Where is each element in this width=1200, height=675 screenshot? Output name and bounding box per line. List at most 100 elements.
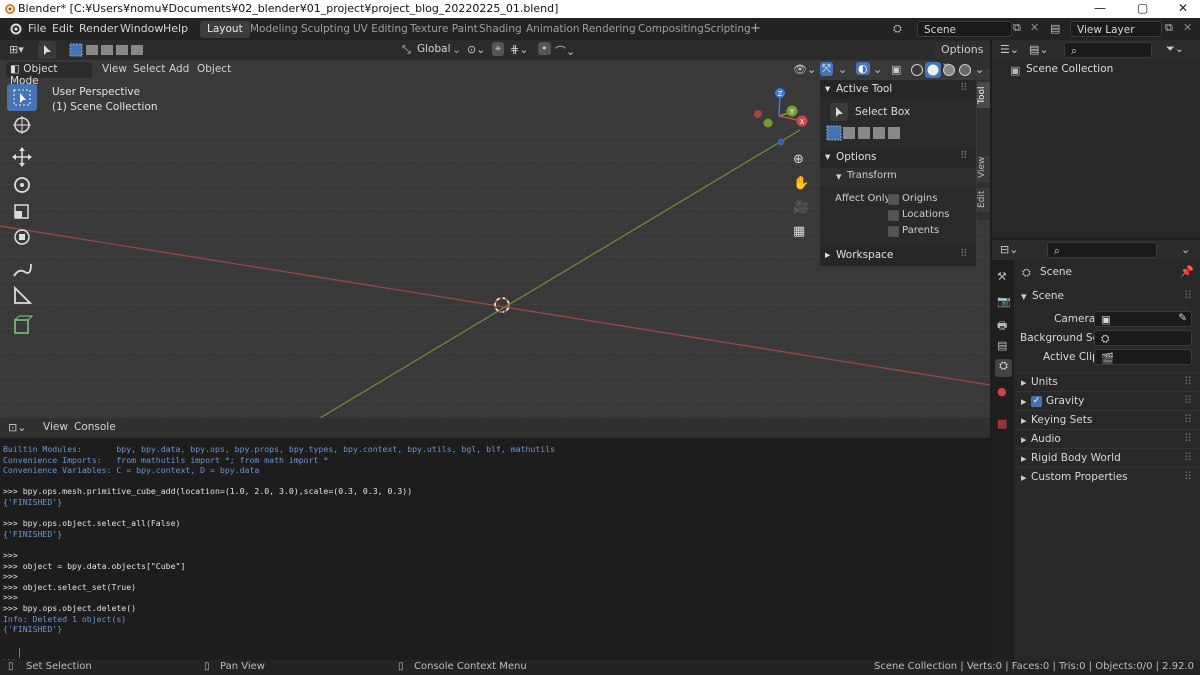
pivot-point-icon[interactable]: ⊙⌄ — [467, 43, 485, 56]
scene-icon[interactable]: ⛭ — [893, 22, 902, 36]
scale-tool[interactable] — [7, 198, 37, 225]
add-cube-tool[interactable] — [7, 312, 37, 339]
workspace-panel-header[interactable]: ▸ Workspace ⠿ — [820, 246, 976, 266]
console-editor-type-icon[interactable]: ⊡⌄ — [8, 421, 26, 434]
drag-handle-icon[interactable]: ⠿ — [1184, 394, 1192, 407]
menu-help[interactable]: Help — [163, 22, 188, 35]
drag-handle-icon[interactable]: ⠿ — [960, 82, 968, 94]
console-menu-console[interactable]: Console — [74, 421, 116, 433]
select-box-tool[interactable] — [7, 84, 37, 111]
snap-icon[interactable]: ⌖ — [492, 42, 505, 56]
cursor-tool[interactable] — [7, 112, 37, 139]
display-mode-icon[interactable]: ▤⌄ — [1029, 43, 1049, 56]
menu-object[interactable]: Object — [197, 63, 231, 75]
menu-view[interactable]: View — [102, 63, 127, 75]
scene-selector[interactable]: Scene — [917, 21, 1012, 37]
measure-tool[interactable] — [7, 282, 37, 309]
locations-checkbox[interactable] — [888, 210, 899, 221]
properties-search-input[interactable]: ⌕ — [1047, 242, 1157, 258]
maximize-button[interactable]: ▢ — [1137, 1, 1148, 15]
drag-handle-icon[interactable]: ⠿ — [1184, 413, 1192, 426]
annotate-tool[interactable] — [7, 256, 37, 283]
active-clip-field[interactable]: 🎬 — [1094, 349, 1192, 365]
view-layer-tab-icon[interactable]: ▤ — [997, 339, 1007, 352]
origins-checkbox[interactable] — [888, 194, 899, 205]
background-scene-field[interactable]: ⛭ — [1094, 330, 1192, 346]
menu-edit[interactable]: Edit — [52, 22, 73, 35]
menu-window[interactable]: Window — [120, 22, 163, 35]
view-layer-selector[interactable]: View Layer — [1070, 21, 1162, 37]
tool-tab-icon[interactable]: ⚒ — [997, 270, 1007, 283]
units-panel[interactable]: ▸ Units ⠿ — [1016, 372, 1200, 391]
transform-subpanel-header[interactable]: ▾ Transform — [820, 168, 976, 186]
overlay-toggle-icon[interactable]: ◐ — [856, 62, 870, 75]
selection-mode-icons[interactable] — [68, 42, 144, 58]
gravity-panel[interactable]: ▸ ✓ Gravity ⠿ — [1016, 391, 1200, 410]
outliner-search-input[interactable]: ⌕ — [1064, 42, 1152, 58]
visibility-icon[interactable]: 👁⌄ — [793, 63, 816, 76]
tab-scripting[interactable]: Scripting — [697, 21, 758, 38]
rigid-body-world-panel[interactable]: ▸ Rigid Body World ⠿ — [1016, 448, 1200, 467]
console-menu-view[interactable]: View — [43, 421, 68, 433]
blender-menu-icon[interactable] — [8, 22, 22, 36]
selection-mode-icons[interactable] — [826, 125, 902, 141]
drag-handle-icon[interactable]: ⠿ — [1184, 375, 1192, 388]
drag-handle-icon[interactable]: ⠿ — [1184, 432, 1192, 445]
world-tab-icon[interactable]: ● — [997, 385, 1007, 398]
shading-mode-icons[interactable] — [909, 62, 973, 78]
properties-editor-type-icon[interactable]: ⊟⌄ — [1000, 243, 1018, 256]
chevron-down-icon[interactable]: ⌄ — [1181, 243, 1190, 256]
tab-view[interactable]: View — [977, 156, 990, 182]
chevron-down-icon[interactable]: ⌄ — [873, 63, 882, 76]
outliner-editor-type-icon[interactable]: ☰⌄ — [1000, 43, 1019, 56]
perspective-toggle-icon[interactable]: ▦ — [793, 224, 805, 239]
drag-handle-icon[interactable]: ⠿ — [1184, 289, 1192, 302]
scene-section-title[interactable]: Scene — [1032, 290, 1064, 302]
drag-handle-icon[interactable]: ⠿ — [960, 150, 968, 162]
python-console[interactable]: ⊡⌄ View Console Builtin Modules: bpy, bp… — [0, 418, 990, 666]
chevron-down-icon[interactable]: ⌄ — [838, 63, 847, 76]
chevron-down-icon[interactable]: ⌄ — [975, 63, 984, 76]
navigation-gizmo[interactable]: Z Y X — [748, 86, 812, 148]
add-workspace-icon[interactable]: + — [750, 21, 761, 36]
viewport-3d[interactable]: ⊞▾ ⤡ Global ⌄ ⊙⌄ ⌖ ⋕⌄ • ⌒⌄ Options ⌄ ◧ O… — [0, 40, 990, 418]
move-tool[interactable] — [7, 144, 37, 171]
delete-view-layer-icon[interactable]: ✕ — [1183, 21, 1192, 34]
texture-tab-icon[interactable]: ▩ — [997, 417, 1007, 430]
filter-icon[interactable]: ⏷⌄ — [1166, 42, 1184, 56]
drag-handle-icon[interactable]: ⠿ — [960, 248, 968, 260]
keying-sets-panel[interactable]: ▸ Keying Sets ⠿ — [1016, 410, 1200, 429]
tab-tool[interactable]: Tool — [977, 82, 990, 108]
view-layer-icon[interactable]: ▤ — [1050, 22, 1060, 35]
minimize-button[interactable]: — — [1094, 1, 1106, 15]
output-tab-icon[interactable]: 🖶 — [997, 317, 1007, 336]
menu-render[interactable]: Render — [79, 22, 118, 35]
close-window-button[interactable]: ✕ — [1178, 1, 1188, 15]
options-panel-header[interactable]: ▾ Options ⠿ — [820, 148, 976, 168]
proportional-falloff-icon[interactable]: ⌒⌄ — [555, 43, 575, 59]
custom-properties-panel[interactable]: ▸ Custom Properties ⠿ — [1016, 467, 1200, 486]
gravity-checkbox[interactable]: ✓ — [1031, 396, 1042, 407]
mode-dropdown[interactable]: ◧ Object Mode — [6, 62, 92, 87]
transform-tool[interactable] — [7, 224, 37, 251]
active-tool-panel-header[interactable]: ▾ Active Tool ⠿ — [820, 80, 976, 100]
drag-handle-icon[interactable]: ⠿ — [1184, 470, 1192, 483]
render-tab-icon[interactable]: 📷 — [997, 295, 1011, 308]
parents-checkbox[interactable] — [888, 226, 899, 237]
drag-handle-icon[interactable]: ⠿ — [1184, 451, 1192, 464]
scene-tab-icon[interactable]: ⛭ — [995, 359, 1012, 377]
pin-icon[interactable]: 📌 — [1180, 265, 1194, 278]
snap-target-icon[interactable]: ⋕⌄ — [510, 43, 528, 56]
proportional-edit-icon[interactable]: • — [538, 42, 551, 55]
delete-scene-icon[interactable]: ✕ — [1030, 21, 1039, 34]
xray-toggle-icon[interactable]: ▣ — [891, 63, 901, 76]
gizmo-toggle-icon[interactable]: ⤧ — [820, 62, 833, 76]
editor-type-icon[interactable]: ⊞▾ — [9, 43, 24, 56]
pan-hand-icon[interactable]: ✋ — [793, 176, 809, 191]
transform-orientation-dropdown[interactable]: Global — [417, 43, 451, 55]
tab-edit[interactable]: Edit — [977, 188, 990, 212]
zoom-icon[interactable]: ⊕ — [793, 152, 804, 167]
select-box-tool-icon[interactable] — [830, 103, 848, 121]
new-view-layer-icon[interactable]: ⧉ — [1165, 21, 1173, 35]
menu-file[interactable]: File — [28, 22, 46, 35]
